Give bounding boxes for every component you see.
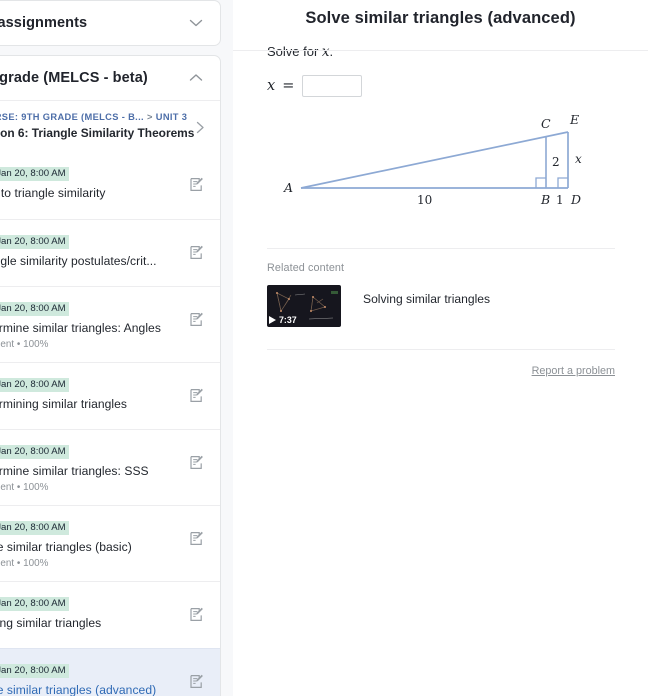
breadcrumb-unit[interactable]: UNIT 3 <box>156 112 188 122</box>
assignment-title[interactable]: Triangle similarity postulates/crit... <box>0 254 157 268</box>
due-date-badge: Due Jan 20, 8:00 AM <box>0 521 69 535</box>
assignment-row[interactable]: Due Jan 20, 8:00 AM Solve similar triangl… <box>0 505 220 581</box>
assignment-edit-icon[interactable] <box>190 298 206 327</box>
due-date-badge: Due Jan 20, 8:00 AM <box>0 445 69 459</box>
play-icon <box>269 316 276 324</box>
label-side-DE: x <box>575 152 582 166</box>
assignment-info: Due Jan 20, 8:00 AM Determine similar tri… <box>0 441 149 493</box>
assignment-info: Due Jan 20, 8:00 AM Solve similar triangl… <box>0 660 156 696</box>
prompt-suffix: . <box>329 44 334 59</box>
label-side-AB: 10 <box>417 193 432 207</box>
assignment-edit-icon[interactable] <box>190 163 206 192</box>
due-date-badge: Due Jan 20, 8:00 AM <box>0 167 69 181</box>
assignment-row[interactable]: Due Jan 20, 8:00 AM Triangle similarity p… <box>0 219 220 286</box>
assignment-info: Due Jan 20, 8:00 AM Intro to triangle sim… <box>0 163 105 200</box>
assignment-title[interactable]: Solve similar triangles (advanced) <box>0 683 156 696</box>
label-E: E <box>569 112 579 127</box>
answer-input[interactable] <box>302 75 363 97</box>
assignment-info: Due Jan 20, 8:00 AM Solving similar trian… <box>0 593 101 630</box>
label-A: A <box>283 180 293 195</box>
label-D: D <box>570 192 581 207</box>
assignment-title[interactable]: Determine similar triangles: SSS <box>0 464 149 478</box>
assignment-edit-icon[interactable] <box>190 441 206 470</box>
sidebar: My assignments 9th grade (MELCS - beta) <box>0 0 233 696</box>
label-side-BD: 1 <box>556 193 564 207</box>
equals-sign: = <box>282 78 295 94</box>
answer-row: x = <box>267 75 615 97</box>
assignment-info: Due Jan 20, 8:00 AM Determining similar t… <box>0 374 127 411</box>
breadcrumb-lines: COURSE: 9TH GRADE (MELCS - B...>UNIT 3 L… <box>0 112 194 140</box>
sidebar-inner: My assignments 9th grade (MELCS - beta) <box>0 0 221 696</box>
assignment-edit-icon[interactable] <box>190 231 206 260</box>
label-side-BC: 2 <box>552 155 560 169</box>
assignment-info: Due Jan 20, 8:00 AM Solve similar triangl… <box>0 517 132 569</box>
title-divider <box>233 50 648 51</box>
my-assignments-title: My assignments <box>0 15 88 31</box>
triangle-svg: A B C D E 10 1 2 x <box>283 112 582 207</box>
assignment-title[interactable]: Intro to triangle similarity <box>0 186 105 200</box>
chevron-up-icon[interactable] <box>189 73 205 83</box>
triangle-figure: A B C D E 10 1 2 x <box>267 106 615 226</box>
video-thumbnail[interactable]: 7:37 <box>267 285 341 327</box>
my-assignments-card[interactable]: My assignments <box>0 0 221 46</box>
breadcrumb-lesson: Lesson 6: Triangle Similarity Theorems <box>0 126 195 140</box>
assignment-status: Proficient • 100% <box>0 339 49 350</box>
report-a-problem-link[interactable]: Report a problem <box>532 365 615 377</box>
exercise-body: Solve for x. x = A B C D E 10 1 2 x Rela… <box>233 44 648 379</box>
my-assignments-header[interactable]: My assignments <box>0 1 220 45</box>
main-content: Solve similar triangles (advanced) Solve… <box>233 0 648 696</box>
assignment-title[interactable]: Solve similar triangles (basic) <box>0 540 132 554</box>
due-date-badge: Due Jan 20, 8:00 AM <box>0 664 69 678</box>
assignment-row[interactable]: Due Jan 20, 8:00 AM Determining similar t… <box>0 362 220 429</box>
breadcrumb-top: COURSE: 9TH GRADE (MELCS - B...>UNIT 3 <box>0 112 194 122</box>
breadcrumb-separator: > <box>146 112 153 122</box>
report-row: Report a problem <box>267 350 615 379</box>
page-root: My assignments 9th grade (MELCS - beta) <box>0 0 648 696</box>
assignment-status: Proficient • 100% <box>0 482 49 493</box>
label-B: B <box>540 192 550 207</box>
course-title: 9th grade (MELCS - beta) <box>0 70 148 86</box>
due-date-badge: Due Jan 20, 8:00 AM <box>0 378 69 392</box>
due-date-badge: Due Jan 20, 8:00 AM <box>0 597 69 611</box>
assignment-edit-icon[interactable] <box>190 517 206 546</box>
assignment-row[interactable]: Due Jan 20, 8:00 AM Determine similar tri… <box>0 429 220 505</box>
label-C: C <box>541 116 551 131</box>
assignment-list: Due Jan 20, 8:00 AM Intro to triangle sim… <box>0 152 220 696</box>
related-video-title[interactable]: Solving similar triangles <box>363 285 490 306</box>
problem-prompt: Solve for x. <box>267 44 615 60</box>
chevron-right-icon[interactable] <box>196 112 205 137</box>
assignment-row[interactable]: Due Jan 20, 8:00 AM Determine similar tri… <box>0 286 220 362</box>
related-video-item[interactable]: 7:37 Solving similar triangles <box>267 285 615 327</box>
related-content-label: Related content <box>267 262 345 274</box>
assignment-row[interactable]: Due Jan 20, 8:00 AM Intro to triangle sim… <box>0 152 220 219</box>
answer-label: x <box>267 78 276 94</box>
due-date-badge: Due Jan 20, 8:00 AM <box>0 302 69 316</box>
assignment-edit-icon[interactable] <box>190 593 206 622</box>
related-divider <box>267 248 615 249</box>
assignment-title[interactable]: Determine similar triangles: Angles <box>0 321 161 335</box>
course-card: 9th grade (MELCS - beta) COURSE: 9TH GRA… <box>0 55 221 696</box>
video-duration-overlay: 7:37 <box>269 315 297 325</box>
assignment-status: Proficient • 100% <box>0 558 49 569</box>
assignment-title[interactable]: Determining similar triangles <box>0 397 127 411</box>
course-header[interactable]: 9th grade (MELCS - beta) <box>0 56 220 100</box>
video-duration: 7:37 <box>279 315 297 325</box>
assignment-info: Due Jan 20, 8:00 AM Determine similar tri… <box>0 298 161 350</box>
assignment-edit-icon[interactable] <box>190 374 206 403</box>
chevron-down-icon[interactable] <box>189 18 205 28</box>
due-date-badge: Due Jan 20, 8:00 AM <box>0 235 69 249</box>
assignment-title[interactable]: Solving similar triangles <box>0 616 101 630</box>
breadcrumb-course[interactable]: COURSE: 9TH GRADE (MELCS - B... <box>0 112 144 122</box>
assignment-row[interactable]: Due Jan 20, 8:00 AM Solve similar triangl… <box>0 648 220 696</box>
assignment-edit-icon[interactable] <box>190 660 206 689</box>
prompt-prefix: Solve for <box>267 44 322 59</box>
breadcrumb[interactable]: COURSE: 9TH GRADE (MELCS - B...>UNIT 3 L… <box>0 100 220 152</box>
prompt-variable: x <box>321 44 330 60</box>
page-title: Solve similar triangles (advanced) <box>305 9 576 27</box>
assignment-info: Due Jan 20, 8:00 AM Triangle similarity p… <box>0 231 157 268</box>
assignment-row[interactable]: Due Jan 20, 8:00 AM Solving similar trian… <box>0 581 220 648</box>
